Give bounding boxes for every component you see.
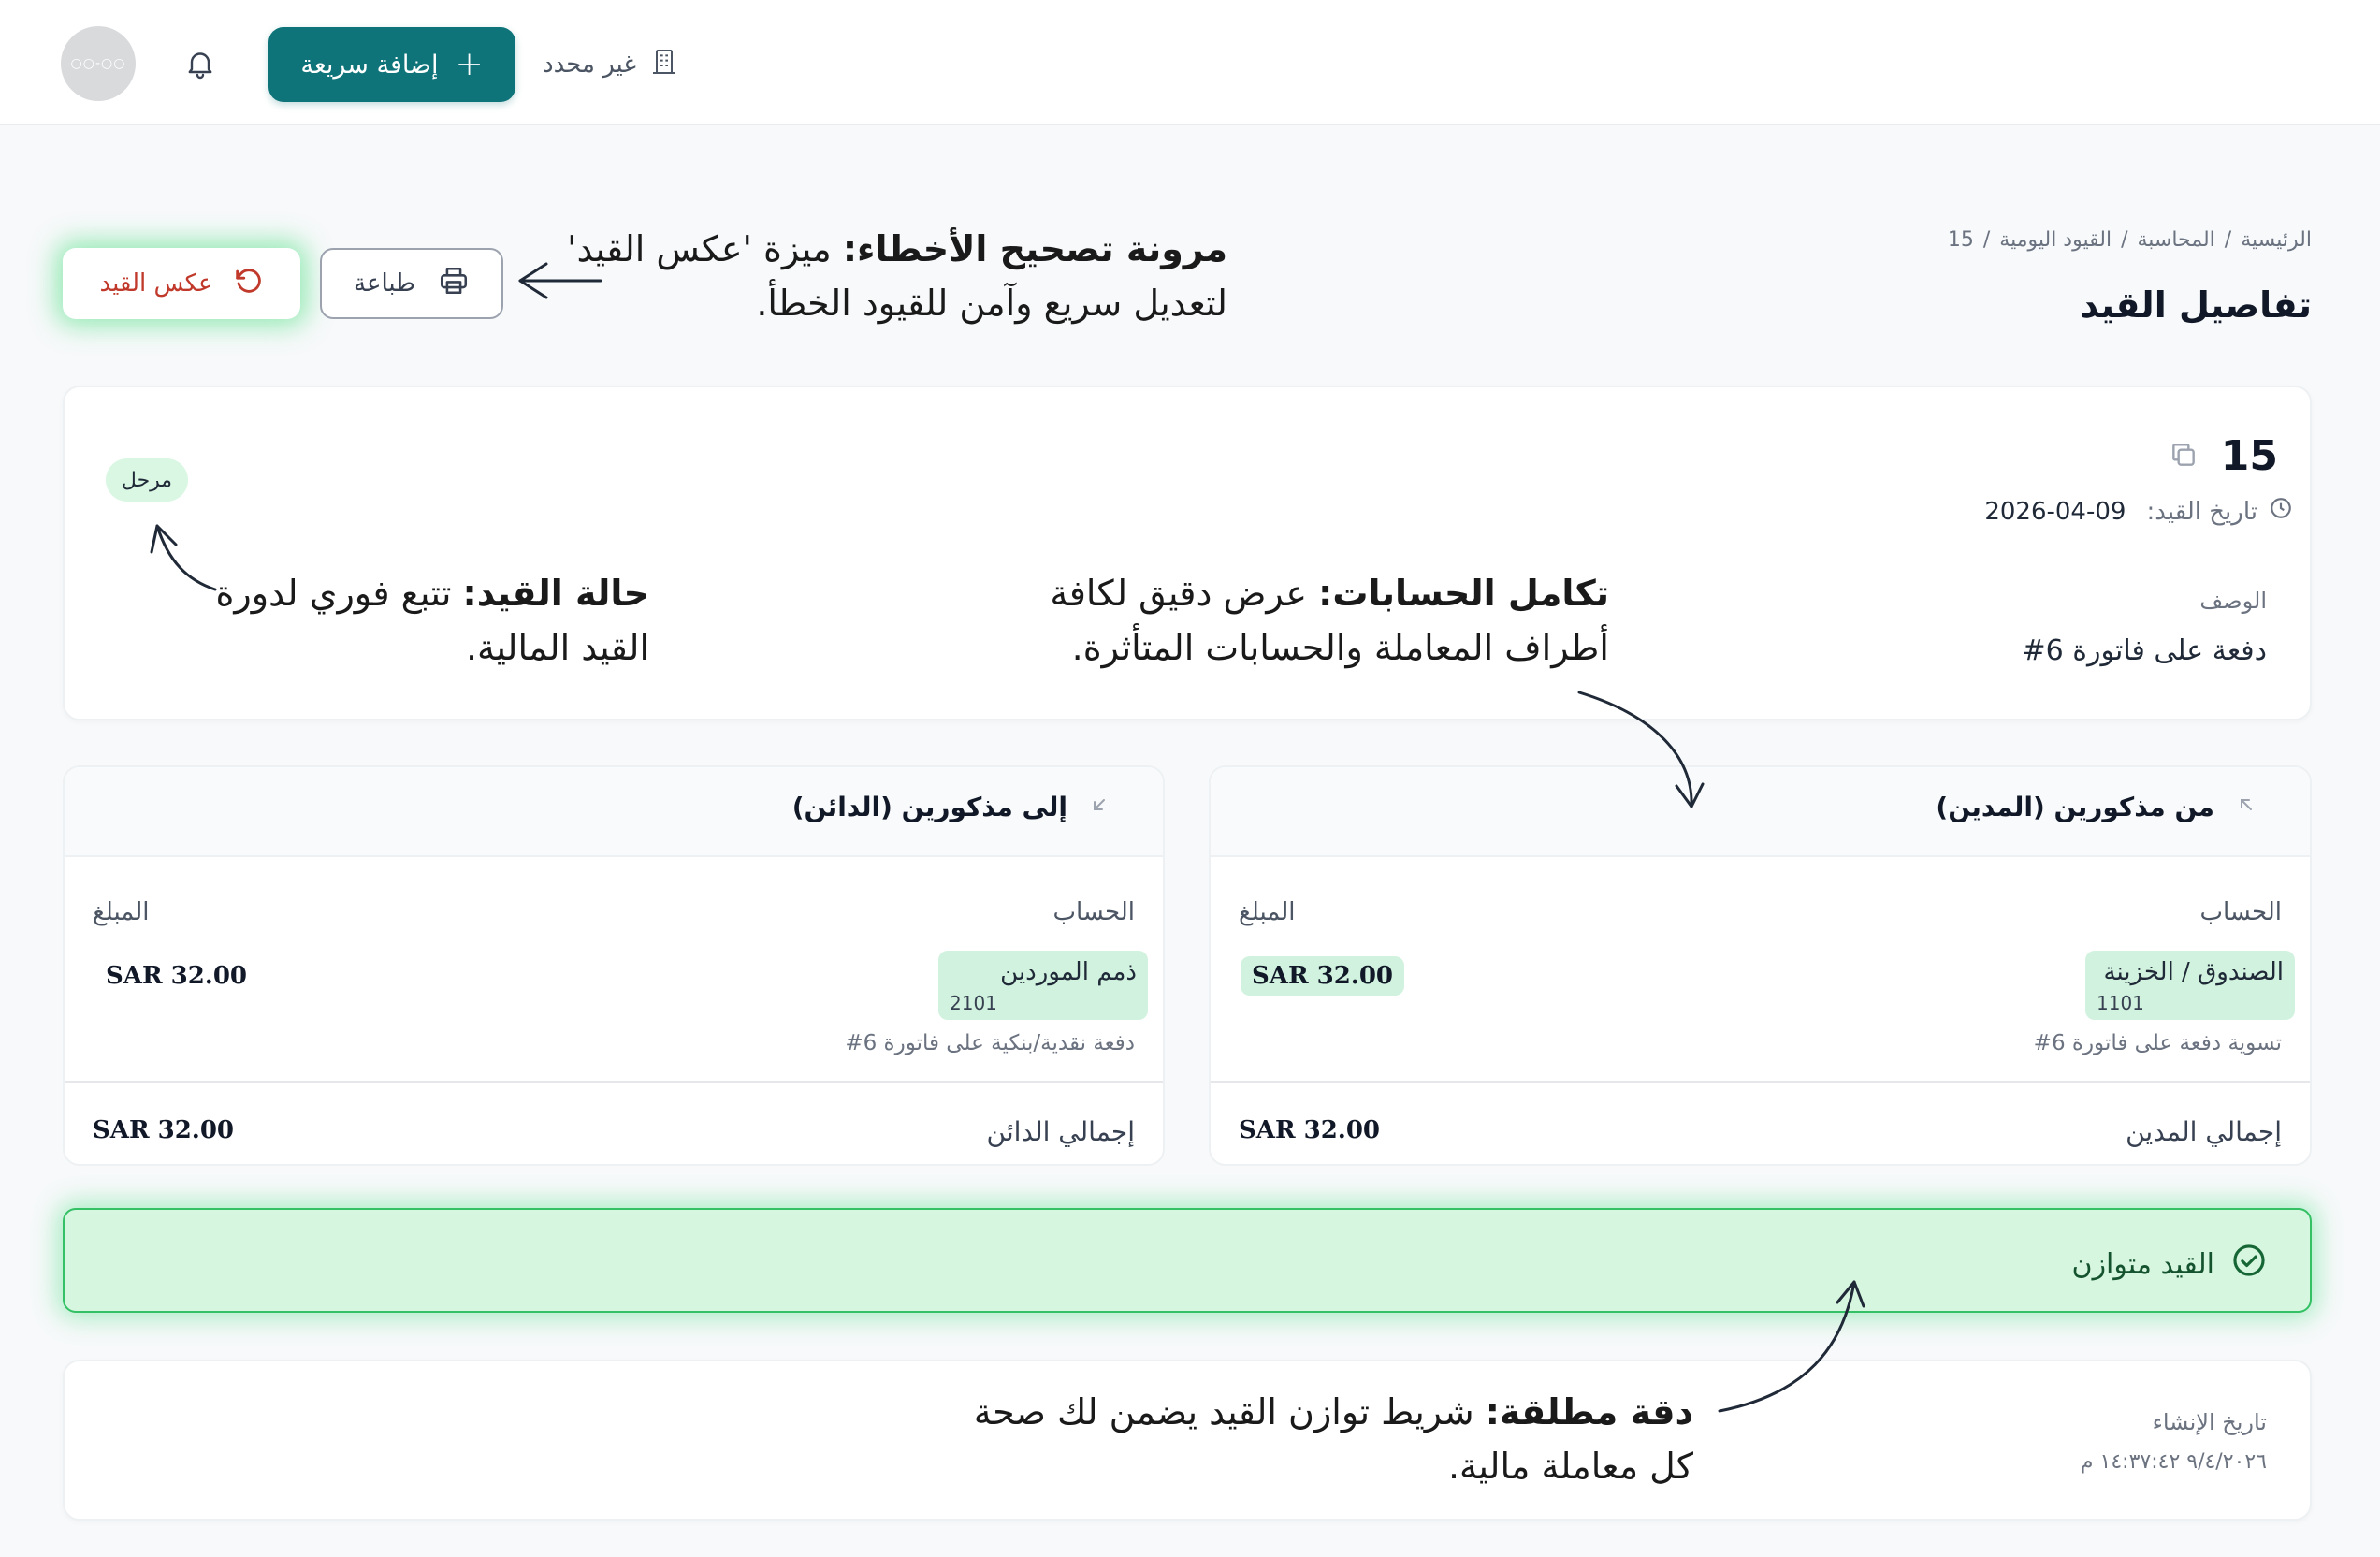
- breadcrumb-separator: /: [2224, 228, 2232, 252]
- annotation-error-correction: مرونة تصحيح الأخطاء: ميزة 'عكس القيد' لت…: [516, 222, 1227, 330]
- credit-col-account: الحساب: [1052, 898, 1135, 926]
- print-label: طباعة: [354, 269, 415, 298]
- annotation-title: مرونة تصحيح الأخطاء:: [842, 228, 1227, 269]
- notifications-bell-icon[interactable]: [183, 47, 217, 80]
- credit-total-label: إجمالي الدائن: [986, 1116, 1135, 1147]
- reverse-entry-label: عكس القيد: [99, 269, 213, 298]
- annotation-accuracy: دقة مطلقة: شريط توازن القيد يضمن لك صحة …: [926, 1385, 1693, 1493]
- avatar[interactable]: ○○-○○: [61, 26, 136, 101]
- credit-total-row: إجمالي الدائن SAR 32.00: [65, 1081, 1163, 1164]
- entry-date-label: تاريخ القيد:: [2146, 497, 2257, 526]
- credit-line-amount: SAR 32.00: [106, 962, 248, 990]
- debit-col-amount: المبلغ: [1239, 898, 1296, 926]
- breadcrumb-journal-entries[interactable]: القيود اليومية: [1999, 228, 2112, 252]
- clock-icon: [2269, 496, 2293, 527]
- created-at-label: تاريخ الإنشاء: [2152, 1409, 2267, 1435]
- page-title: تفاصيل القيد: [2080, 284, 2312, 326]
- debit-panel-title: من مذكورين (المدين): [1936, 792, 2257, 822]
- branch-selector[interactable]: غير محدد: [543, 41, 679, 88]
- credit-panel: إلى مذكورين (الدائن) الحساب المبلغ ذمم ا…: [63, 765, 1165, 1166]
- debit-total-amount: SAR 32.00: [1239, 1116, 1381, 1144]
- copy-icon[interactable]: [2169, 432, 2199, 480]
- debit-line-description: تسوية دفعة على فاتورة 6#: [2033, 1031, 2282, 1055]
- description-value: دفعة على فاتورة 6#: [2022, 634, 2267, 667]
- debit-account-tag[interactable]: الصندوق / الخزينة 1101: [2085, 951, 2295, 1020]
- credit-total-amount: SAR 32.00: [93, 1116, 235, 1144]
- quick-add-button[interactable]: + إضافة سريعة: [268, 27, 515, 102]
- created-at-value: ٩/٤/٢٠٢٦ ١٤:٣٧:٤٢ م: [2080, 1450, 2267, 1474]
- print-button[interactable]: طباعة: [320, 248, 503, 319]
- entry-date-value: 2026-04-09: [1984, 497, 2126, 526]
- breadcrumb-separator: /: [1982, 228, 1991, 252]
- status-badge: مرحل: [106, 458, 188, 502]
- entry-number-value: 15: [2220, 432, 2278, 480]
- annotation-title: دقة مطلقة:: [1485, 1391, 1693, 1433]
- arrow-down-left-icon: [1088, 792, 1110, 822]
- reverse-entry-button[interactable]: عكس القيد: [63, 248, 300, 319]
- quick-add-label: إضافة سريعة: [300, 50, 439, 80]
- annotation-status: حالة القيد: تتبع فوري لدورة القيد المالي…: [163, 566, 649, 675]
- credit-col-amount: المبلغ: [93, 898, 150, 926]
- breadcrumb-accounting[interactable]: المحاسبة: [2137, 228, 2214, 252]
- balance-status: القيد متوازن: [2072, 1243, 2267, 1286]
- breadcrumb-home[interactable]: الرئيسية: [2241, 228, 2312, 252]
- credit-panel-title: إلى مذكورين (الدائن): [792, 792, 1110, 822]
- debit-account-name: الصندوق / الخزينة: [2103, 958, 2285, 986]
- credit-account-name: ذمم الموردين: [1000, 958, 1137, 986]
- description-label: الوصف: [2199, 588, 2267, 614]
- plus-icon: +: [455, 45, 484, 83]
- credit-account-code: 2101: [950, 992, 997, 1014]
- annotation-title: تكامل الحسابات:: [1318, 573, 1609, 614]
- breadcrumb-separator: /: [2121, 228, 2128, 252]
- debit-panel: من مذكورين (المدين) الحساب المبلغ الصندو…: [1209, 765, 2312, 1166]
- debit-col-account: الحساب: [2199, 898, 2282, 926]
- entry-number: 15: [2169, 432, 2278, 480]
- breadcrumb: الرئيسية / المحاسبة / القيود اليومية / 1…: [1948, 228, 2312, 252]
- annotation-title: حالة القيد:: [462, 573, 650, 614]
- entry-date: تاريخ القيد: 2026-04-09: [1984, 496, 2293, 527]
- credit-account-tag[interactable]: ذمم الموردين 2101: [938, 951, 1148, 1020]
- branch-label: غير محدد: [543, 51, 636, 79]
- balance-status-text: القيد متوازن: [2071, 1247, 2214, 1281]
- balance-status-bar: [63, 1208, 2312, 1313]
- debit-total-row: إجمالي المدين SAR 32.00: [1211, 1081, 2310, 1164]
- annotation-accounts: تكامل الحسابات: عرض دقيق لكافة أطراف الم…: [936, 566, 1609, 675]
- arrow-up-left-icon: [2235, 792, 2257, 822]
- debit-title-text: من مذكورين (المدين): [1936, 792, 2214, 822]
- check-circle-icon: [2231, 1243, 2267, 1286]
- debit-account-code: 1101: [2097, 992, 2144, 1014]
- credit-line-description: دفعة نقدية/بنكية على فاتورة 6#: [845, 1031, 1135, 1055]
- printer-icon: [438, 265, 470, 303]
- undo-icon: [232, 265, 264, 303]
- breadcrumb-current: 15: [1947, 228, 1974, 252]
- debit-line-amount: SAR 32.00: [1241, 956, 1405, 996]
- building-icon: [649, 47, 679, 83]
- credit-title-text: إلى مذكورين (الدائن): [791, 792, 1067, 822]
- debit-total-label: إجمالي المدين: [2126, 1116, 2282, 1147]
